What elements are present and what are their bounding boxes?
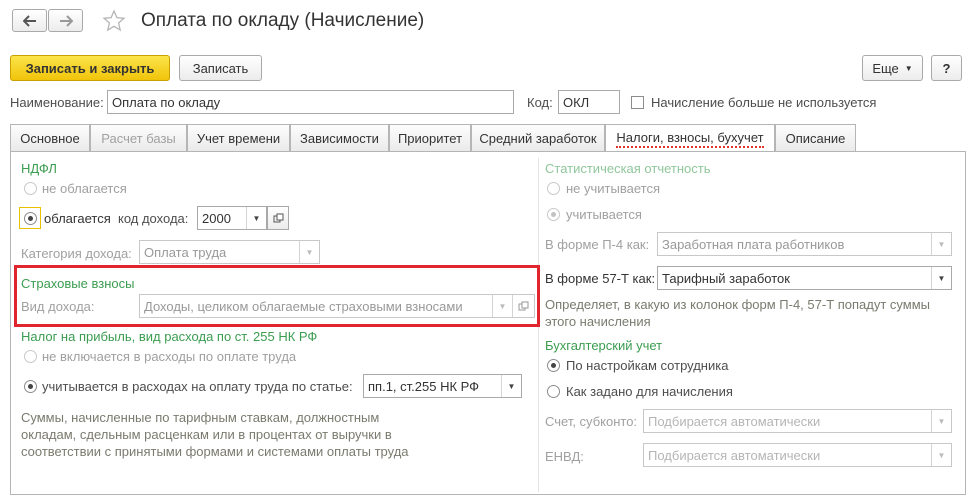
accounting-header: Бухгалтерский учет xyxy=(545,338,663,353)
unused-checkbox[interactable] xyxy=(631,96,644,109)
tab-base-calculation[interactable]: Расчет базы xyxy=(90,124,187,151)
page-title: Оплата по окладу (Начисление) xyxy=(141,10,425,31)
accounting-by-employee-label: По настройкам сотрудника xyxy=(566,358,729,373)
chevron-down-icon: ▼ xyxy=(501,375,521,397)
tab-dependencies[interactable]: Зависимости xyxy=(290,124,389,151)
profit-tax-included-radio[interactable] xyxy=(24,380,37,393)
tab-priority[interactable]: Приоритет xyxy=(389,124,471,151)
arrow-right-icon xyxy=(59,14,73,27)
tab-taxes-contributions-accounting[interactable]: Налоги, взносы, бухучет xyxy=(605,124,775,152)
forward-button[interactable] xyxy=(48,9,83,32)
ndfl-taxed-radio[interactable] xyxy=(24,212,37,225)
accounting-by-employee-radio[interactable] xyxy=(547,359,560,372)
chevron-down-icon: ▼ xyxy=(931,410,951,432)
arrow-left-icon xyxy=(22,14,36,27)
chevron-down-icon: ▼ xyxy=(931,267,951,289)
ndfl-taxed-label: облагается xyxy=(44,211,111,226)
name-label: Наименование: xyxy=(10,95,104,110)
insurance-income-type-label: Вид дохода: xyxy=(21,299,95,314)
stats-not-counted-radio[interactable] xyxy=(547,182,560,195)
p4-form-label: В форме П-4 как: xyxy=(545,237,650,252)
account-subconto-select[interactable]: Подбирается автоматически ▼ xyxy=(643,409,952,433)
unused-label: Начисление больше не используется xyxy=(651,95,877,110)
back-button[interactable] xyxy=(12,9,47,32)
profit-tax-not-included-label: не включается в расходы по оплате труда xyxy=(42,349,297,364)
chevron-down-icon: ▼ xyxy=(931,444,951,466)
stats-not-counted-label: не учитывается xyxy=(566,181,660,196)
tab-main[interactable]: Основное xyxy=(10,124,90,151)
f57-form-select[interactable]: Тарифный заработок ▼ xyxy=(657,266,952,290)
profit-tax-article-select[interactable]: пп.1, ст.255 НК РФ ▼ xyxy=(363,374,522,398)
favorite-star-button[interactable] xyxy=(102,9,126,33)
more-label: Еще xyxy=(872,60,899,76)
chevron-down-icon: ▼ xyxy=(492,295,512,317)
tab-time-tracking[interactable]: Учет времени xyxy=(187,124,290,151)
open-window-icon xyxy=(512,295,534,317)
save-and-close-button[interactable]: Записать и закрыть xyxy=(10,55,170,81)
accounting-as-set-radio[interactable] xyxy=(547,385,560,398)
envd-select[interactable]: Подбирается автоматически ▼ xyxy=(643,443,952,467)
stats-counted-label: учитывается xyxy=(566,207,642,222)
name-input[interactable]: Оплата по окладу xyxy=(107,90,514,114)
account-subconto-label: Счет, субконто: xyxy=(545,414,638,429)
income-code-open-button[interactable] xyxy=(267,206,289,230)
profit-tax-not-included-radio[interactable] xyxy=(24,350,37,363)
chevron-down-icon: ▼ xyxy=(299,241,319,263)
insurance-header: Страховые взносы xyxy=(21,276,135,291)
chevron-down-icon: ▼ xyxy=(904,63,913,73)
insurance-income-type-select[interactable]: Доходы, целиком облагаемые страховыми вз… xyxy=(139,294,535,318)
chevron-down-icon: ▼ xyxy=(931,233,951,255)
stats-counted-radio[interactable] xyxy=(547,208,560,221)
stats-header: Статистическая отчетность xyxy=(545,161,711,176)
income-category-select[interactable]: Оплата труда ▼ xyxy=(139,240,320,264)
tab-description[interactable]: Описание xyxy=(775,124,856,151)
income-category-label: Категория дохода: xyxy=(21,246,132,261)
open-window-icon xyxy=(273,213,283,222)
star-icon xyxy=(102,9,126,32)
stats-note: Определяет, в какую из колонок форм П-4,… xyxy=(545,297,931,329)
accounting-as-set-label: Как задано для начисления xyxy=(566,384,733,399)
ndfl-not-taxed-label: не облагается xyxy=(42,181,127,196)
code-label: Код: xyxy=(527,95,553,110)
f57-form-label: В форме 57-Т как: xyxy=(545,271,656,286)
income-code-select[interactable]: 2000 ▼ xyxy=(197,206,267,230)
envd-label: ЕНВД: xyxy=(545,449,584,464)
profit-tax-note: Суммы, начисленные по тарифным ставкам, … xyxy=(21,410,409,459)
profit-tax-header: Налог на прибыль, вид расхода по ст. 255… xyxy=(21,329,318,344)
code-input[interactable]: ОКЛ xyxy=(558,90,620,114)
income-code-label: код дохода: xyxy=(118,211,189,226)
tab-average-earnings[interactable]: Средний заработок xyxy=(471,124,605,151)
ndfl-not-taxed-radio[interactable] xyxy=(24,182,37,195)
more-button[interactable]: Еще ▼ xyxy=(862,55,923,81)
profit-tax-included-label: учитывается в расходах на оплату труда п… xyxy=(42,379,353,394)
p4-form-select[interactable]: Заработная плата работников ▼ xyxy=(657,232,952,256)
chevron-down-icon: ▼ xyxy=(246,207,266,229)
help-button[interactable]: ? xyxy=(931,55,962,81)
save-button[interactable]: Записать xyxy=(179,55,262,81)
ndfl-header: НДФЛ xyxy=(21,161,57,176)
